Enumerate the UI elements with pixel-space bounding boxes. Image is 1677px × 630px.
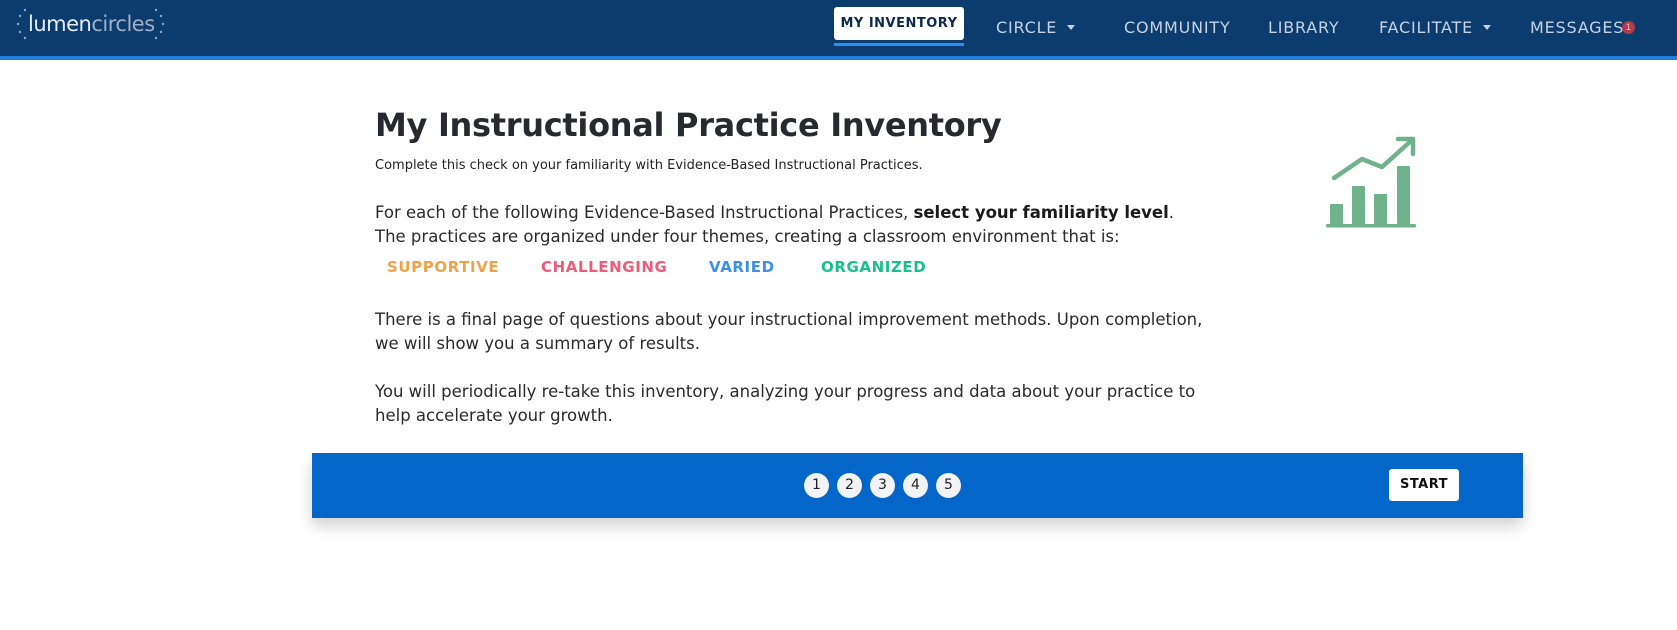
lumen-circles-logo[interactable]: lumencircles: [14, 6, 165, 42]
step-4-button[interactable]: 4: [903, 473, 928, 498]
growth-chart-icon: [1326, 136, 1416, 228]
nav-label: FACILITATE: [1379, 18, 1474, 37]
step-navigation-bar: 1 2 3 4 5 START: [312, 453, 1523, 518]
chevron-down-icon: [1067, 25, 1076, 30]
nav-label: LIBRARY: [1268, 18, 1340, 37]
theme-challenging: CHALLENGING: [541, 258, 668, 276]
intro-text-start: For each of the following Evidence-Based…: [375, 203, 914, 222]
messages-count-badge: 1: [1622, 21, 1635, 34]
nav-circle[interactable]: CIRCLE: [996, 18, 1076, 37]
nav-label: MY INVENTORY: [840, 16, 958, 31]
final-page-paragraph: There is a final page of questions about…: [375, 310, 1203, 353]
nav-label: MESSAGES: [1530, 18, 1625, 37]
step-2-button[interactable]: 2: [837, 473, 862, 498]
theme-varied: VARIED: [709, 258, 775, 276]
nav-messages[interactable]: MESSAGES: [1530, 18, 1624, 37]
step-3-button[interactable]: 3: [870, 473, 895, 498]
nav-my-inventory[interactable]: MY INVENTORY: [834, 7, 964, 40]
start-button[interactable]: START: [1389, 469, 1459, 501]
theme-organized: ORGANIZED: [821, 258, 927, 276]
nav-community[interactable]: COMMUNITY: [1124, 18, 1231, 37]
step-1-button[interactable]: 1: [804, 473, 829, 498]
nav-library[interactable]: LIBRARY: [1268, 18, 1340, 37]
logo-wordmark: lumencircles: [28, 12, 155, 36]
intro-paragraph: For each of the following Evidence-Based…: [375, 201, 1205, 249]
retake-paragraph: You will periodically re-take this inven…: [375, 382, 1196, 425]
logo-dots-right-icon: [154, 8, 165, 40]
nav-facilitate[interactable]: FACILITATE: [1379, 18, 1492, 37]
chevron-down-icon: [1483, 25, 1492, 30]
theme-supportive: SUPPORTIVE: [387, 258, 500, 276]
nav-label: COMMUNITY: [1124, 18, 1231, 37]
top-navigation-bar: lumencircles MY INVENTORY CIRCLE COMMUNI…: [0, 0, 1677, 60]
intro-text-bold: select your familiarity level: [913, 203, 1169, 222]
page-subtitle: Complete this check on your familiarity …: [375, 158, 923, 173]
page-title: My Instructional Practice Inventory: [375, 106, 1002, 144]
nav-label: CIRCLE: [996, 18, 1058, 37]
step-5-button[interactable]: 5: [936, 473, 961, 498]
active-tab-indicator: [834, 43, 964, 46]
